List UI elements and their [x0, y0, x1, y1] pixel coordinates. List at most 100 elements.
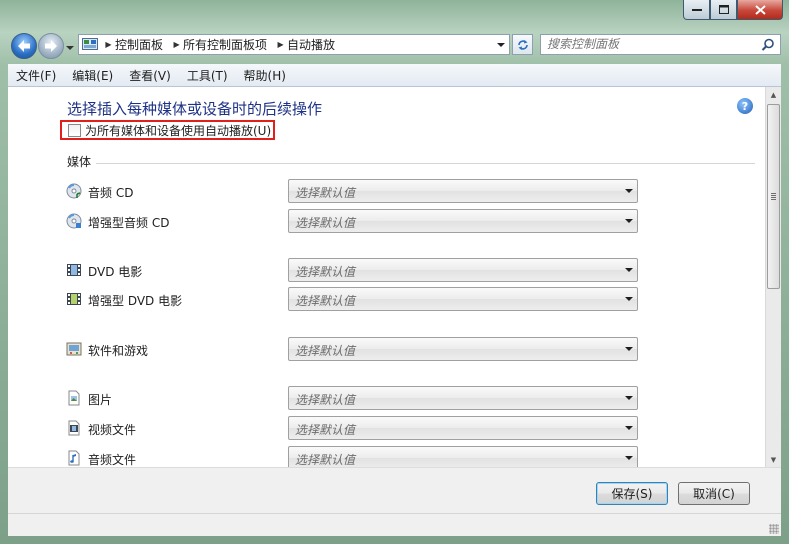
minimize-icon	[691, 8, 702, 11]
select-value: 选择默认值	[295, 423, 356, 437]
resize-grip-icon[interactable]	[769, 524, 779, 534]
search-box[interactable]	[540, 34, 781, 55]
media-row-label: 音频 CD	[88, 186, 134, 200]
dialog-footer: 保存(S) 取消(C)	[8, 467, 781, 514]
maximize-button[interactable]	[710, 0, 737, 20]
media-row-label: DVD 电影	[88, 265, 143, 279]
scroll-up-icon[interactable]: ▲	[768, 89, 779, 100]
menu-tools[interactable]: 工具(T)	[179, 67, 236, 84]
select-value: 选择默认值	[295, 393, 356, 407]
enhanced-audio-cd-action-select[interactable]: 选择默认值	[288, 209, 638, 233]
menu-edit[interactable]: 编辑(E)	[64, 67, 121, 84]
help-icon[interactable]: ?	[737, 98, 753, 114]
chevron-down-icon	[625, 426, 633, 430]
search-icon[interactable]	[761, 38, 775, 52]
media-row-pictures: 图片 选择默认值	[66, 386, 646, 410]
enhanced-dvd-icon	[67, 293, 81, 305]
media-row-software-games: 软件和游戏 选择默认值	[66, 337, 646, 361]
section-divider	[96, 163, 755, 164]
media-row-enhanced-audio-cd: 增强型音频 CD 选择默认值	[66, 209, 646, 233]
section-heading-media: 媒体	[67, 155, 92, 169]
select-value: 选择默认值	[295, 186, 356, 200]
audio-file-icon	[68, 450, 80, 466]
forward-button[interactable]	[38, 33, 64, 59]
page-title: 选择插入每种媒体或设备时的后续操作	[67, 100, 323, 118]
autoplay-all-devices-label: 为所有媒体和设备使用自动播放(U)	[85, 123, 272, 138]
software-games-action-select[interactable]: 选择默认值	[288, 337, 638, 361]
media-row-dvd-movie: DVD 电影 选择默认值	[66, 258, 646, 282]
chevron-down-icon	[625, 189, 633, 193]
back-arrow-icon	[18, 40, 30, 52]
recent-pages-dropdown[interactable]	[66, 41, 74, 50]
menu-view[interactable]: 查看(V)	[121, 67, 179, 84]
select-value: 选择默认值	[295, 344, 356, 358]
select-value: 选择默认值	[295, 216, 356, 230]
chevron-down-icon	[497, 42, 505, 47]
breadcrumb-item[interactable]: ▶ 所有控制面板项	[170, 36, 274, 53]
media-row-label: 软件和游戏	[88, 344, 149, 358]
media-row-video-files: 视频文件 选择默认值	[66, 416, 646, 440]
breadcrumb-label: 自动播放	[287, 38, 336, 52]
chevron-down-icon	[625, 347, 633, 351]
status-bar	[8, 513, 781, 536]
select-value: 选择默认值	[295, 294, 356, 308]
enhanced-audio-cd-icon	[66, 213, 82, 229]
autoplay-settings-panel: 选择插入每种媒体或设备时的后续操作 ? 为所有媒体和设备使用自动播放(U) 媒体…	[8, 87, 765, 467]
chevron-down-icon	[625, 219, 633, 223]
refresh-button[interactable]	[512, 34, 533, 55]
chevron-down-icon	[625, 297, 633, 301]
media-row-label: 图片	[88, 393, 113, 407]
audio-cd-action-select[interactable]: 选择默认值	[288, 179, 638, 203]
scrollbar-thumb[interactable]	[767, 104, 780, 289]
breadcrumb-arrow-icon: ▶	[173, 40, 180, 49]
cancel-button[interactable]: 取消(C)	[678, 482, 750, 505]
forward-arrow-icon	[45, 40, 57, 52]
breadcrumb-arrow-icon: ▶	[277, 40, 284, 49]
select-value: 选择默认值	[295, 453, 356, 467]
media-row-label: 音频文件	[88, 453, 137, 467]
address-bar[interactable]: ▶ 控制面板 ▶ 所有控制面板项 ▶ 自动播放	[78, 34, 510, 55]
search-input[interactable]	[547, 37, 747, 51]
video-files-action-select[interactable]: 选择默认值	[288, 416, 638, 440]
chevron-down-icon	[625, 396, 633, 400]
dvd-movie-icon	[67, 264, 81, 276]
address-dropdown-button[interactable]	[493, 35, 509, 54]
vertical-scrollbar[interactable]: ▲ ▼	[765, 87, 781, 467]
chevron-down-icon	[66, 46, 74, 50]
control-panel-icon	[82, 37, 98, 50]
media-row-label: 视频文件	[88, 423, 137, 437]
media-row-label: 增强型音频 CD	[88, 216, 170, 230]
save-button[interactable]: 保存(S)	[596, 482, 668, 505]
enhanced-dvd-action-select[interactable]: 选择默认值	[288, 287, 638, 311]
menu-file[interactable]: 文件(F)	[8, 67, 64, 84]
maximize-icon	[718, 5, 729, 14]
refresh-icon	[517, 39, 528, 50]
autoplay-all-devices-checkbox-row[interactable]: 为所有媒体和设备使用自动播放(U)	[60, 120, 275, 140]
media-row-enhanced-dvd: 增强型 DVD 电影 选择默认值	[66, 287, 646, 311]
breadcrumb-label: 所有控制面板项	[183, 38, 268, 52]
autoplay-all-devices-checkbox[interactable]	[68, 123, 81, 137]
scroll-down-icon[interactable]: ▼	[768, 454, 779, 465]
pictures-icon	[68, 390, 80, 406]
menu-help[interactable]: 帮助(H)	[236, 67, 294, 84]
chevron-down-icon	[625, 456, 633, 460]
media-row-audio-files: 音频文件 选择默认值	[66, 446, 646, 467]
media-row-label: 增强型 DVD 电影	[88, 294, 183, 308]
minimize-button[interactable]	[683, 0, 710, 20]
select-value: 选择默认值	[295, 265, 356, 279]
window-controls	[683, 0, 783, 20]
back-button[interactable]	[11, 33, 37, 59]
audio-cd-icon	[66, 183, 82, 199]
chevron-down-icon	[625, 268, 633, 272]
pictures-action-select[interactable]: 选择默认值	[288, 386, 638, 410]
breadcrumb-item[interactable]: ▶ 控制面板	[102, 36, 170, 53]
breadcrumb-label: 控制面板	[115, 38, 164, 52]
menu-bar: 文件(F) 编辑(E) 查看(V) 工具(T) 帮助(H)	[8, 64, 781, 87]
audio-files-action-select[interactable]: 选择默认值	[288, 446, 638, 467]
dvd-movie-action-select[interactable]: 选择默认值	[288, 258, 638, 282]
close-button[interactable]	[737, 0, 783, 20]
breadcrumb-item[interactable]: ▶ 自动播放	[274, 36, 342, 53]
video-file-icon	[68, 420, 80, 436]
navigation-bar: ▶ 控制面板 ▶ 所有控制面板项 ▶ 自动播放	[8, 31, 783, 59]
software-games-icon	[66, 342, 82, 356]
